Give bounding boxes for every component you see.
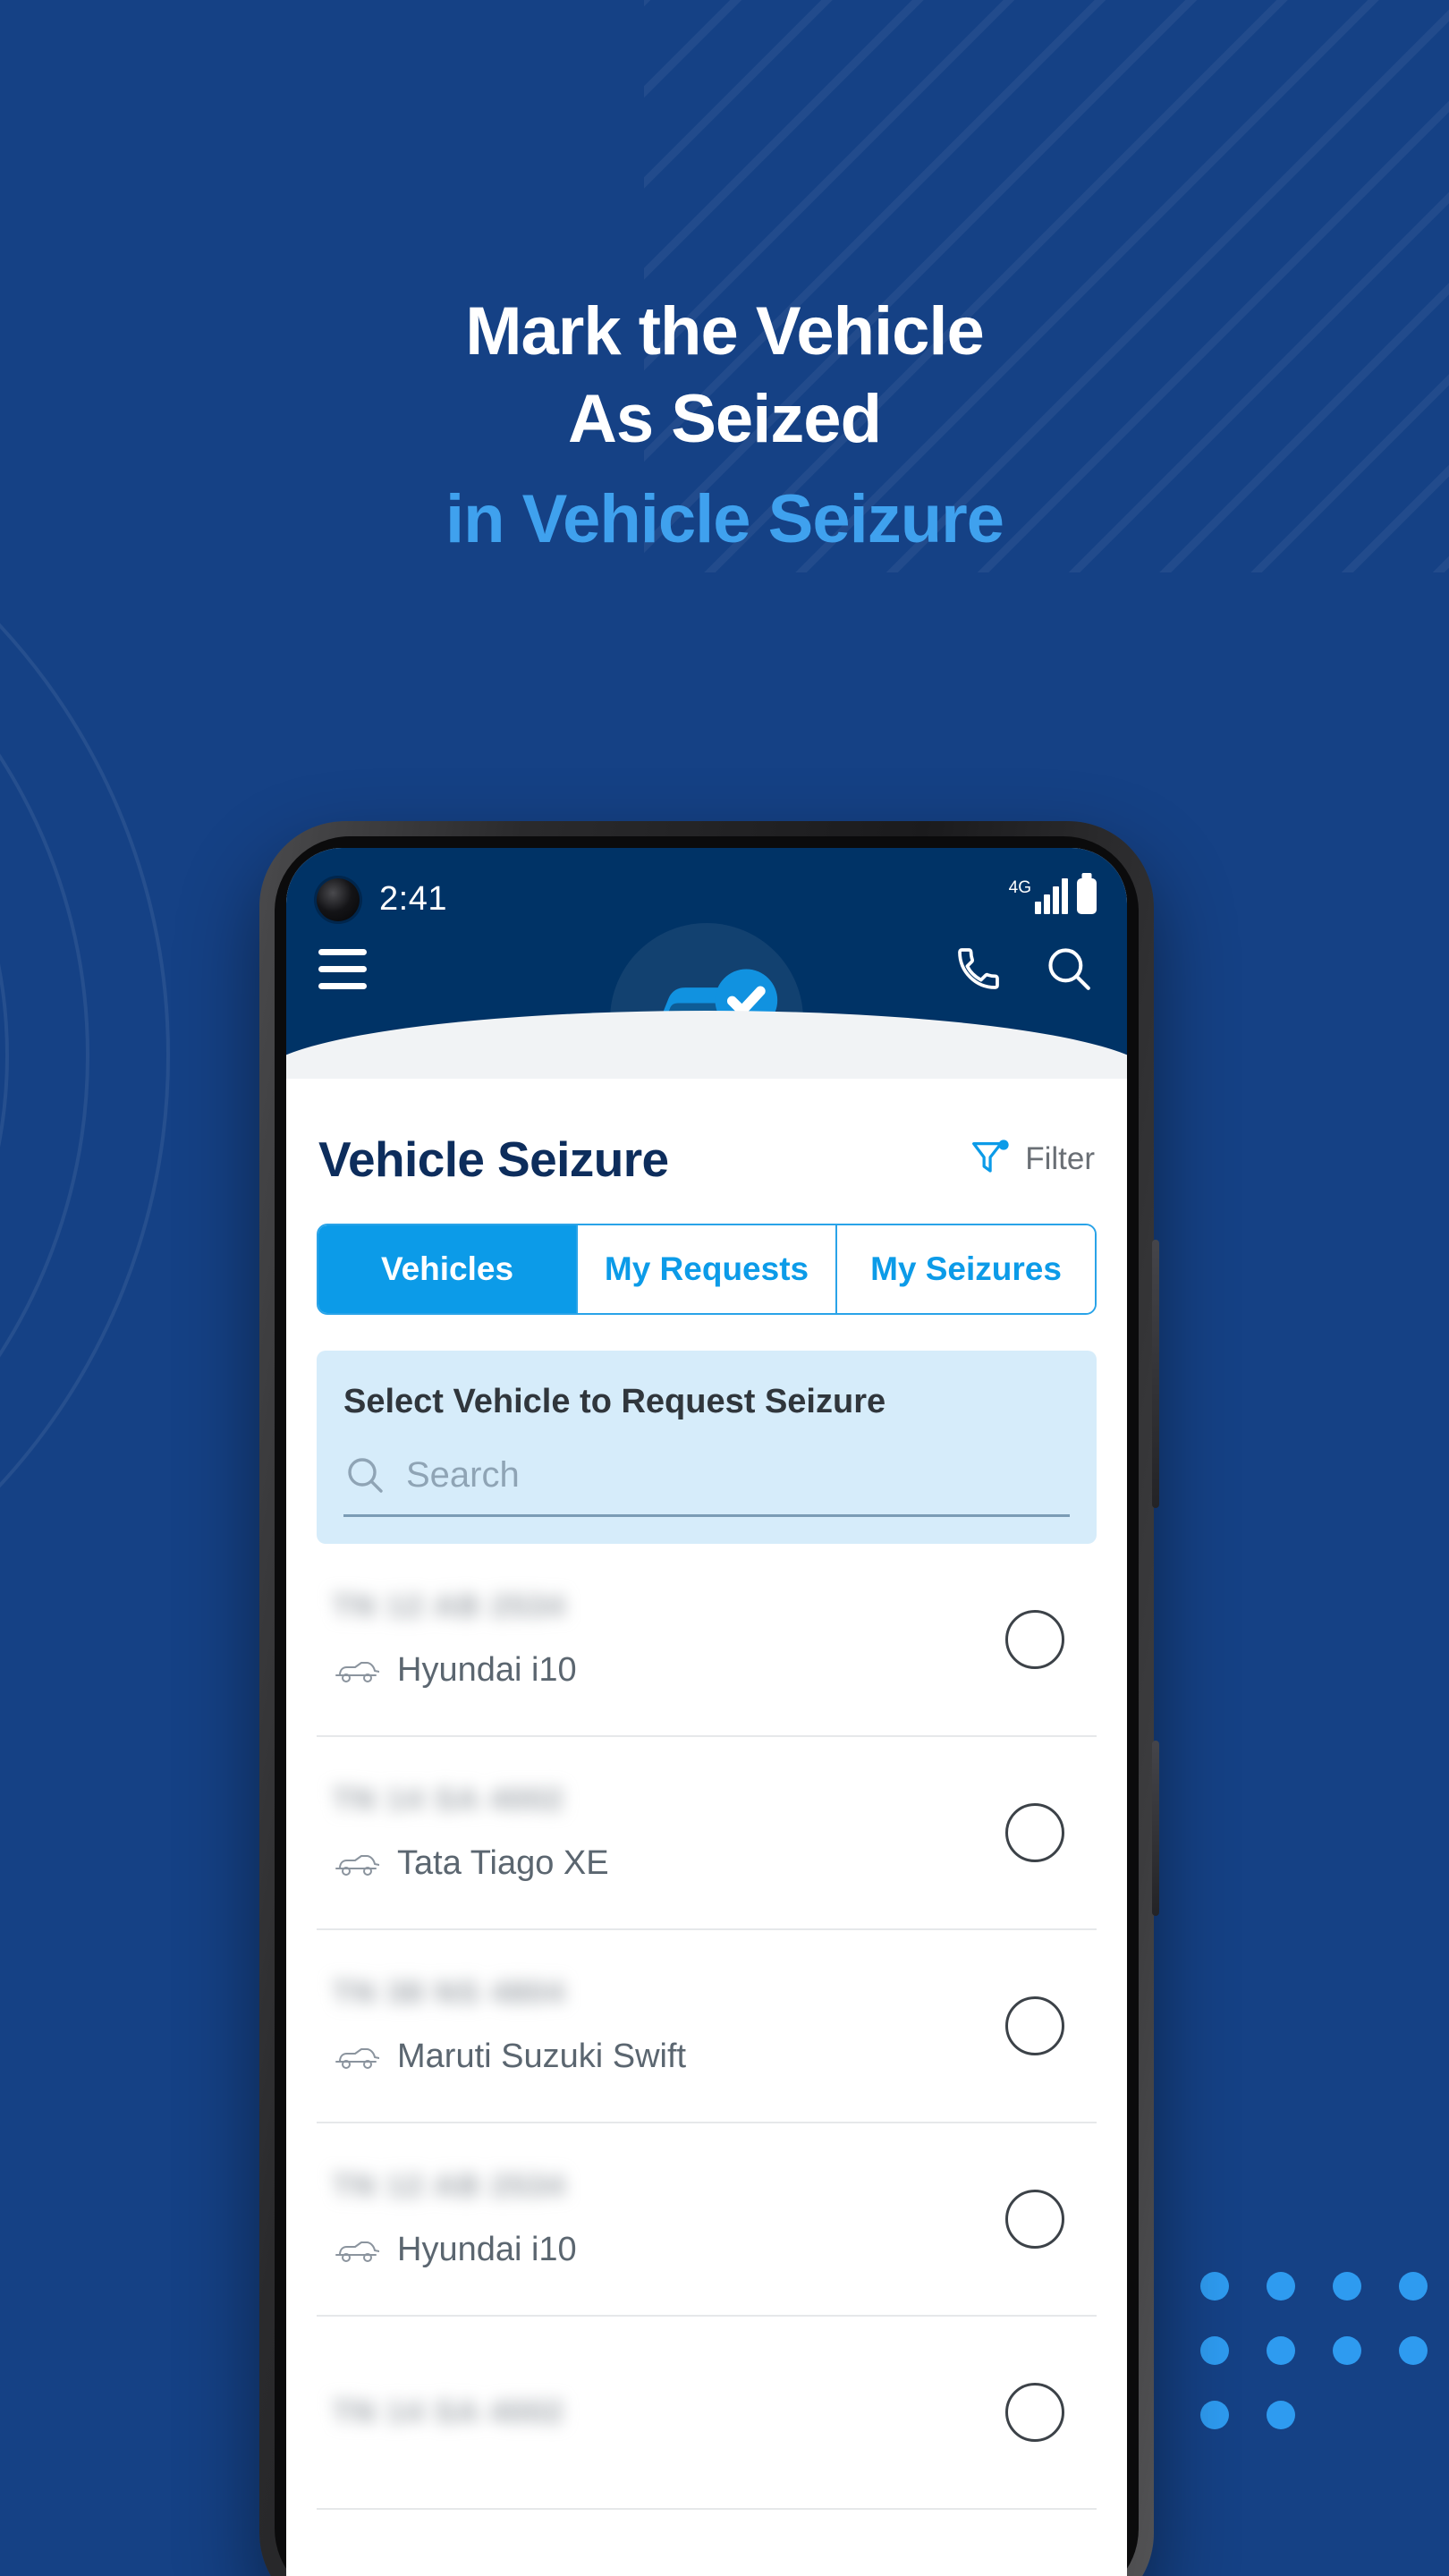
dot-grid-decoration — [1200, 2272, 1428, 2465]
table-row[interactable]: TN 38 NS 4804 Maruti Suzuki Swift — [317, 1930, 1097, 2123]
tab-my-seizures[interactable]: My Seizures — [835, 1225, 1095, 1313]
power-button[interactable] — [1152, 1741, 1159, 1916]
car-side-icon — [335, 2047, 379, 2069]
vehicle-select-radio[interactable] — [1005, 1610, 1064, 1669]
tab-bar: Vehicles My Requests My Seizures — [317, 1224, 1097, 1315]
filter-label: Filter — [1025, 1141, 1095, 1176]
select-vehicle-heading: Select Vehicle to Request Seizure — [343, 1383, 886, 1420]
vehicle-select-radio[interactable] — [1005, 2383, 1064, 2442]
search-field[interactable] — [343, 1453, 1070, 1517]
car-side-icon — [335, 2241, 379, 2262]
license-plate: TN 14 SA 4002 — [333, 1783, 565, 1817]
car-side-icon — [335, 1854, 379, 1876]
vehicle-model: Hyundai i10 — [397, 2231, 577, 2268]
page-title: Vehicle Seizure — [318, 1131, 669, 1187]
search-icon[interactable] — [1043, 943, 1095, 995]
status-bar-indicators: 4G — [1009, 878, 1097, 914]
vehicle-model: Tata Tiago XE — [397, 1844, 609, 1882]
network-type-label: 4G — [1008, 878, 1031, 897]
vehicle-list: TN 12 AB 2534 Hyundai i10 TN 14 SA 4002 — [286, 1544, 1127, 2510]
filter-funnel-icon — [972, 1140, 1009, 1173]
search-input[interactable] — [406, 1454, 1070, 1496]
hamburger-menu-icon[interactable] — [318, 948, 367, 989]
headline-line-1: Mark the Vehicle — [465, 293, 985, 369]
battery-full-icon — [1077, 878, 1097, 914]
vehicle-model: Maruti Suzuki Swift — [397, 2038, 687, 2075]
page-title-row: Vehicle Seizure Filter — [317, 1079, 1097, 1224]
phone-screen: 2:41 4G Vehicle Seizure Filter Vehicles … — [286, 848, 1127, 2576]
filter-button[interactable]: Filter — [966, 1136, 1095, 1182]
license-plate: TN 38 NS 4804 — [333, 1976, 566, 2010]
vehicle-select-radio[interactable] — [1005, 2190, 1064, 2249]
signal-bars-icon — [1035, 878, 1068, 914]
license-plate: TN 12 AB 2534 — [333, 2169, 566, 2203]
license-plate: TN 12 AB 2534 — [333, 1589, 566, 1623]
tab-vehicles[interactable]: Vehicles — [318, 1225, 576, 1313]
table-row[interactable]: TN 12 AB 2534 Hyundai i10 — [317, 2123, 1097, 2317]
camera-punch-hole-icon — [317, 878, 360, 921]
search-icon — [348, 1458, 383, 1493]
select-vehicle-panel: Select Vehicle to Request Seizure — [317, 1351, 1097, 1544]
status-bar-time: 2:41 — [379, 880, 447, 918]
table-row[interactable]: TN 14 SA 4002 — [317, 2317, 1097, 2510]
ground-ellipse-decoration — [286, 1011, 1127, 1079]
phone-mockup: 2:41 4G Vehicle Seizure Filter Vehicles … — [259, 821, 1159, 2576]
vehicle-select-radio[interactable] — [1005, 1996, 1064, 2055]
vehicle-select-radio[interactable] — [1005, 1803, 1064, 1862]
page-content: Vehicle Seizure Filter Vehicles My Reque… — [286, 1079, 1127, 1544]
car-side-icon — [335, 1661, 379, 1682]
phone-call-icon[interactable] — [953, 944, 1004, 994]
table-row[interactable]: TN 12 AB 2534 Hyundai i10 — [317, 1544, 1097, 1737]
promo-headline: Mark the Vehicle As Seized in Vehicle Se… — [0, 293, 1449, 571]
vehicle-model: Hyundai i10 — [397, 1651, 577, 1689]
volume-button[interactable] — [1152, 1240, 1159, 1508]
headline-line-2: As Seized — [567, 381, 882, 458]
license-plate: TN 14 SA 4002 — [333, 2394, 565, 2429]
app-nav-bar — [286, 943, 1127, 995]
tab-my-requests[interactable]: My Requests — [576, 1225, 835, 1313]
headline-accent-line: in Vehicle Seizure — [445, 481, 1004, 558]
app-header: 2:41 4G — [286, 848, 1127, 1079]
table-row[interactable]: TN 14 SA 4002 Tata Tiago XE — [317, 1737, 1097, 1930]
